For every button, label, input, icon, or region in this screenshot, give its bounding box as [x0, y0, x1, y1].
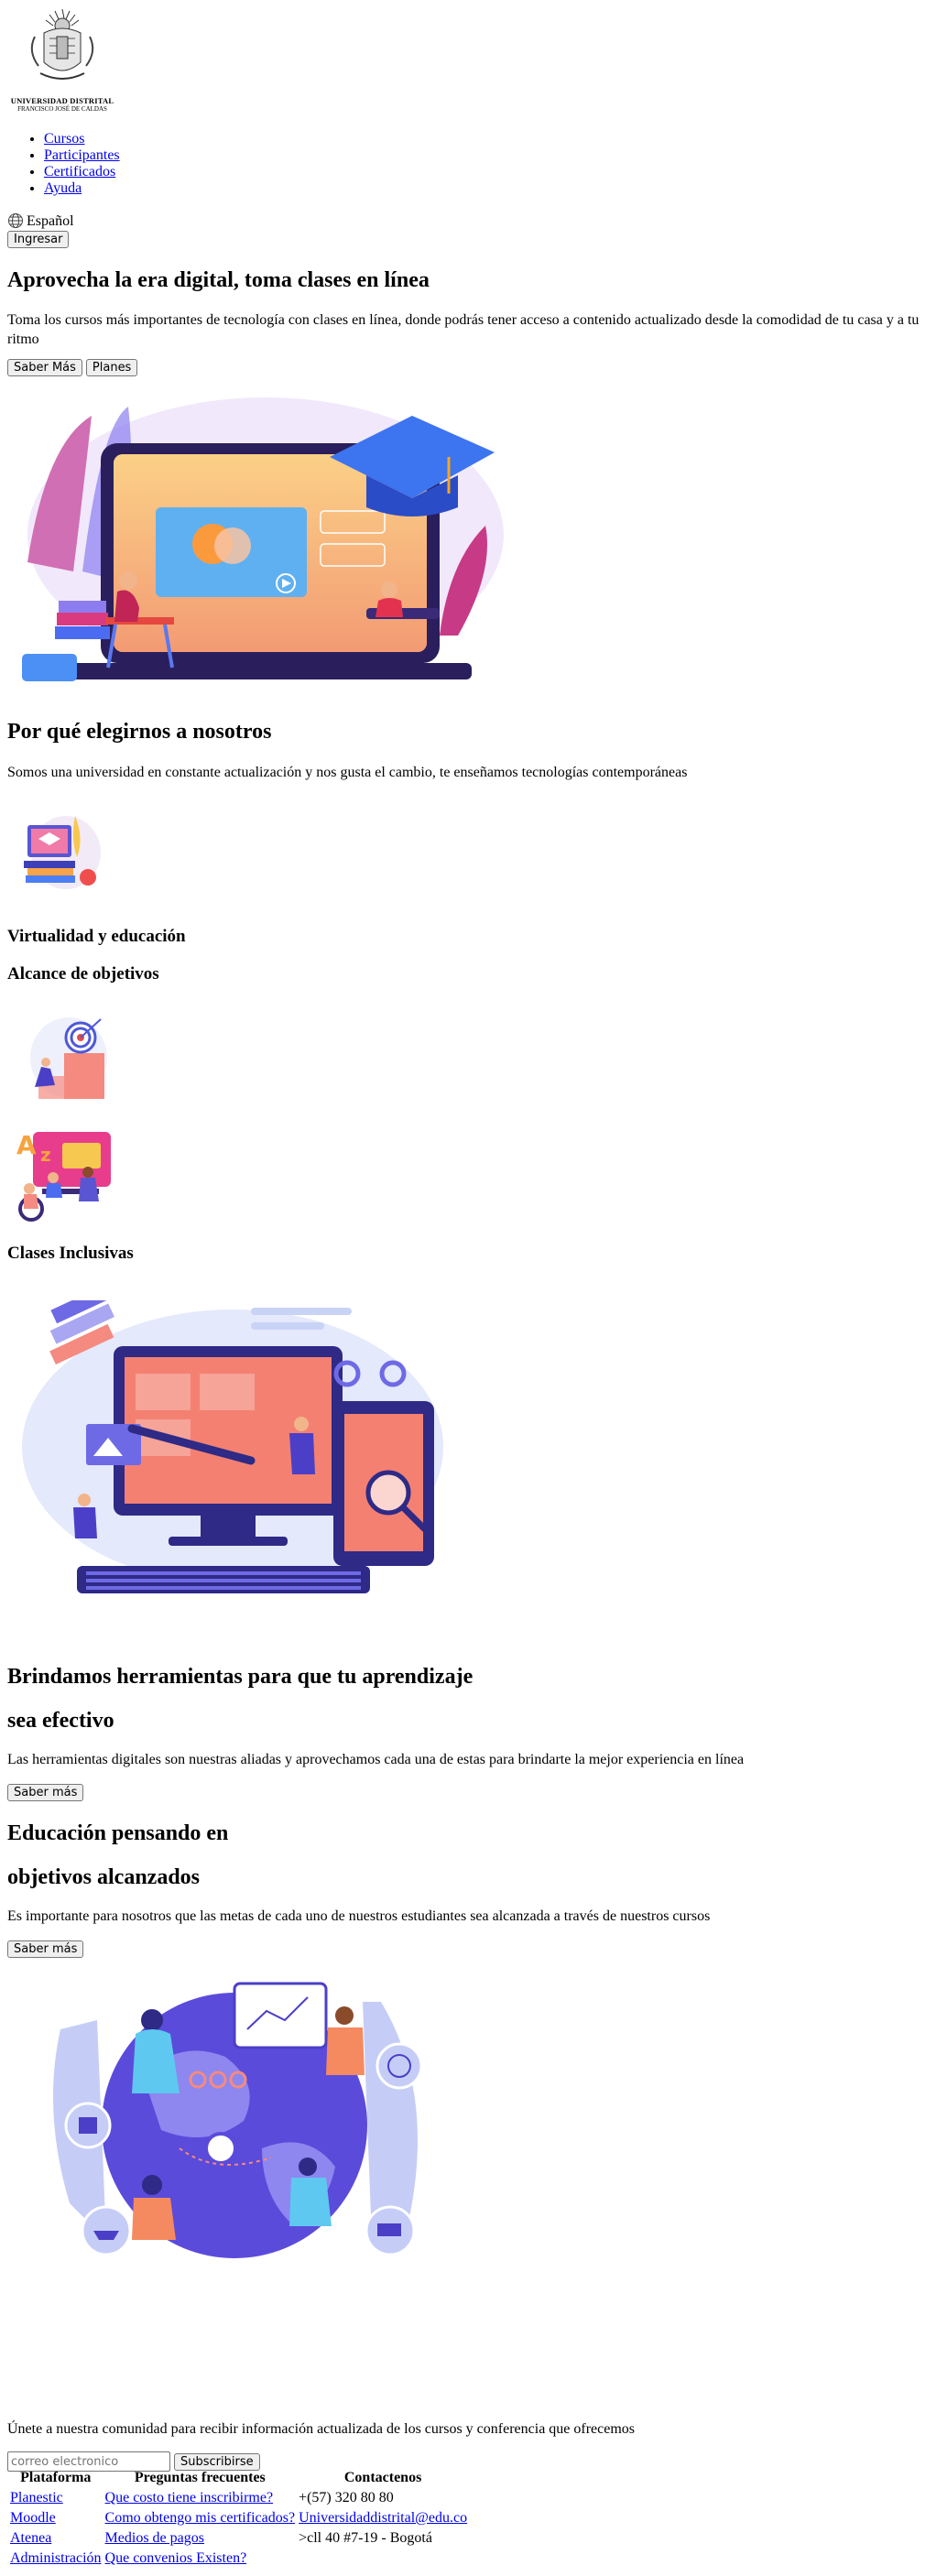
- why-title: Por qué elegirnos a nosotros: [7, 720, 272, 744]
- footer-row: Moodle Como obtengo mis certificados? Un…: [9, 2509, 468, 2527]
- nav-item-ayuda: Ayuda: [44, 180, 120, 197]
- global-learning-illustration: [53, 1982, 423, 2258]
- faq-link-agreements[interactable]: Que convenios Existen?: [105, 2550, 247, 2566]
- nav-item-certificados: Certificados: [44, 164, 120, 180]
- footer-row: Planestic Que costo tiene inscribirme? +…: [9, 2489, 468, 2507]
- footer-cell: Atenea: [9, 2529, 103, 2548]
- crest-icon: [30, 8, 94, 80]
- feature-goal-achievement: Alcance de objetivos: [7, 964, 159, 984]
- nav-link-ayuda[interactable]: Ayuda: [44, 180, 82, 196]
- platform-link-planestic[interactable]: Planestic: [10, 2490, 63, 2505]
- why-description: Somos una universidad en constante actua…: [7, 765, 688, 780]
- nav-list: Cursos Participantes Certificados Ayuda: [0, 131, 120, 197]
- footer-cell: Universidaddistrital@edu.co: [298, 2509, 468, 2527]
- language-label: Español: [27, 213, 74, 229]
- footer-cell: Moodle: [9, 2509, 103, 2527]
- footer-cell: Que costo tiene inscribirme?: [104, 2489, 297, 2507]
- svg-text:A: A: [16, 1130, 37, 1160]
- footer-row: Administración Que convenios Existen?: [9, 2549, 468, 2568]
- footer-header-platform: Plataforma: [20, 2470, 92, 2485]
- language-selector[interactable]: Español: [7, 211, 74, 230]
- virtual-education-icon: [24, 816, 101, 889]
- footer-cell: Que convenios Existen?: [104, 2549, 297, 2568]
- nav-link-certificados[interactable]: Certificados: [44, 164, 115, 179]
- svg-text:z: z: [40, 1144, 51, 1166]
- contact-email-link[interactable]: Universidaddistrital@edu.co: [299, 2510, 467, 2526]
- logo-text-line1: UNIVERSIDAD DISTRITAL: [10, 96, 114, 105]
- faq-link-certificates[interactable]: Como obtengo mis certificados?: [105, 2510, 296, 2526]
- nav-link-cursos[interactable]: Cursos: [44, 131, 84, 147]
- footer-cell: Administración: [9, 2549, 103, 2568]
- platform-link-atenea[interactable]: Atenea: [10, 2530, 51, 2546]
- contact-address: >cll 40 #7-19 - Bogotá: [299, 2530, 432, 2546]
- platform-link-moodle[interactable]: Moodle: [10, 2510, 56, 2526]
- nav-link-participantes[interactable]: Participantes: [44, 147, 120, 163]
- goals-description: Es importante para nosotros que las meta…: [7, 1908, 711, 1924]
- platform-link-admin[interactable]: Administración: [10, 2550, 102, 2566]
- tools-description: Las herramientas digitales son nuestras …: [7, 1752, 745, 1767]
- inclusive-classes-icon: A z: [16, 1130, 111, 1222]
- tools-title-line2: sea efectivo: [7, 1709, 114, 1733]
- main-nav: Cursos Participantes Certificados Ayuda: [0, 131, 120, 197]
- tools-more-button[interactable]: Saber más: [7, 1784, 84, 1801]
- hero-more-button[interactable]: Saber Más: [7, 359, 82, 376]
- university-logo[interactable]: UNIVERSIDAD DISTRITAL FRANCISCO JOSÉ DE …: [7, 5, 117, 113]
- footer-header-row: Plataforma Preguntas frecuentes Contacte…: [9, 2469, 468, 2487]
- footer-cell: Como obtengo mis certificados?: [104, 2509, 297, 2527]
- hero-title: Aprovecha la era digital, toma clases en…: [7, 268, 430, 292]
- goals-title-line1: Educación pensando en: [7, 1821, 229, 1845]
- goals-more-button[interactable]: Saber más: [7, 1940, 84, 1958]
- footer-header-faq: Preguntas frecuentes: [134, 2470, 266, 2485]
- feature-inclusive-classes: Clases Inclusivas: [7, 1244, 134, 1263]
- goals-title-line2: objetivos alcanzados: [7, 1865, 200, 1889]
- newsletter-text: Únete a nuestra comunidad para recibir i…: [7, 2421, 636, 2437]
- footer-row: Atenea Medios de pagos >cll 40 #7-19 - B…: [9, 2529, 468, 2548]
- target-goals-icon: [30, 1017, 107, 1099]
- footer-links-table: Plataforma Preguntas frecuentes Contacte…: [7, 2467, 470, 2570]
- footer-cell: [298, 2549, 468, 2568]
- feature-virtual-education: Virtualidad y educación: [7, 927, 186, 946]
- logo-text-line2: FRANCISCO JOSÉ DE CALDAS: [17, 105, 107, 113]
- nav-item-participantes: Participantes: [44, 147, 120, 164]
- nav-item-cursos: Cursos: [44, 131, 120, 147]
- digital-tools-illustration: [22, 1300, 443, 1593]
- footer-cell: Medios de pagos: [104, 2529, 297, 2548]
- hero-actions: Saber Más Planes: [7, 359, 138, 376]
- hero-description: Toma los cursos más importantes de tecno…: [7, 312, 920, 347]
- faq-link-payments[interactable]: Medios de pagos: [105, 2530, 204, 2546]
- footer-header-contact: Contactenos: [343, 2470, 422, 2485]
- faq-link-cost[interactable]: Que costo tiene inscribirme?: [105, 2490, 274, 2505]
- login-button[interactable]: Ingresar: [7, 231, 70, 248]
- hero-plans-button[interactable]: Planes: [85, 359, 138, 376]
- tools-title-line1: Brindamos herramientas para que tu apren…: [7, 1665, 474, 1689]
- contact-phone: +(57) 320 80 80: [299, 2490, 394, 2505]
- online-class-illustration: [22, 397, 504, 681]
- footer-cell: Planestic: [9, 2489, 103, 2507]
- page: UNIVERSIDAD DISTRITAL FRANCISCO JOSÉ DE …: [0, 0, 947, 2576]
- globe-icon: [8, 212, 23, 228]
